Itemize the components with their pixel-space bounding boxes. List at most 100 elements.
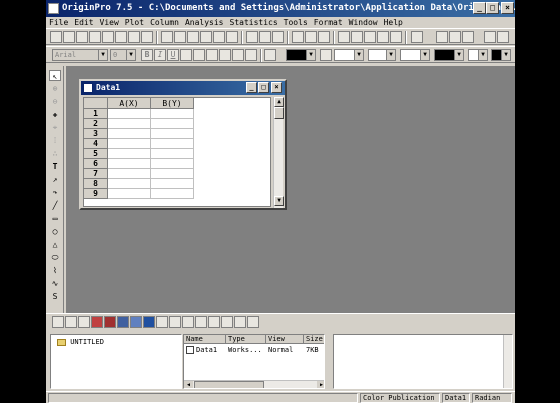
- results-pane[interactable]: [333, 334, 513, 389]
- zoom-out-icon[interactable]: [449, 31, 461, 43]
- smith-chart-icon[interactable]: [208, 316, 220, 328]
- region-tool-icon[interactable]: ⬭: [49, 252, 61, 263]
- menu-analysis[interactable]: Analysis: [182, 17, 227, 28]
- whole-page-icon[interactable]: [462, 31, 474, 43]
- template-library-icon[interactable]: [234, 316, 246, 328]
- save-template-icon[interactable]: [213, 31, 225, 43]
- scroll-up-icon[interactable]: ▲: [274, 97, 284, 107]
- row-number[interactable]: 3: [84, 129, 108, 139]
- polygon-tool-icon[interactable]: △: [49, 239, 61, 250]
- cell-a[interactable]: [108, 139, 151, 149]
- cell-b[interactable]: [151, 179, 194, 189]
- menu-format[interactable]: Format: [311, 17, 346, 28]
- cell-b[interactable]: [151, 169, 194, 179]
- column-header-name[interactable]: Name: [184, 335, 226, 344]
- subscript-icon[interactable]: [193, 49, 205, 61]
- column-plot-icon[interactable]: [91, 316, 103, 328]
- cell-a[interactable]: [108, 169, 151, 179]
- import-multiple-icon[interactable]: [259, 31, 271, 43]
- add-text-icon[interactable]: [390, 31, 402, 43]
- title-bar[interactable]: OriginPro 7.5 - C:\Documents and Setting…: [46, 0, 515, 17]
- cell-a[interactable]: [108, 129, 151, 139]
- underline-button[interactable]: U: [167, 49, 179, 61]
- vertical-scrollbar[interactable]: ▲ ▼: [273, 97, 284, 208]
- menu-file[interactable]: File: [46, 17, 71, 28]
- increase-font-icon[interactable]: [232, 49, 244, 61]
- open-icon[interactable]: [161, 31, 173, 43]
- new-excel-icon[interactable]: [128, 31, 140, 43]
- new-notes-icon[interactable]: [141, 31, 153, 43]
- menu-statistics[interactable]: Statistics: [227, 17, 281, 28]
- fill-area-icon[interactable]: [143, 316, 155, 328]
- line-style-icon[interactable]: [320, 49, 332, 61]
- menu-plot[interactable]: Plot: [122, 17, 147, 28]
- origin-app-icon[interactable]: [48, 3, 59, 14]
- scroll-right-icon[interactable]: ▶: [317, 381, 324, 388]
- results-log-icon[interactable]: [351, 31, 363, 43]
- bar-plot-icon[interactable]: [104, 316, 116, 328]
- curve-tool-icon[interactable]: S: [49, 291, 61, 302]
- zoom-in-tool-icon[interactable]: ⊕: [49, 83, 61, 94]
- save-project-icon[interactable]: [200, 31, 212, 43]
- worksheet-icon[interactable]: [83, 83, 93, 93]
- column-header-size[interactable]: Size: [304, 335, 324, 344]
- polyline-tool-icon[interactable]: ⌇: [49, 265, 61, 276]
- cell-b[interactable]: [151, 139, 194, 149]
- rectangle-tool-icon[interactable]: ▭: [49, 213, 61, 224]
- worksheet-grid[interactable]: A(X) B(Y) 123456789: [83, 97, 271, 207]
- column-header-b[interactable]: B(Y): [151, 98, 194, 109]
- new-worksheet-icon[interactable]: [63, 31, 75, 43]
- curved-arrow-icon[interactable]: ↷: [49, 187, 61, 198]
- scroll-down-icon[interactable]: ▼: [274, 196, 284, 206]
- cell-b[interactable]: [151, 129, 194, 139]
- menu-view[interactable]: View: [97, 17, 122, 28]
- new-project-icon[interactable]: [50, 31, 62, 43]
- line-plot-icon[interactable]: [52, 316, 64, 328]
- window-list[interactable]: Name Type View Size Data1 Works... Norma…: [183, 334, 325, 389]
- arrow-tool-icon[interactable]: ↗: [49, 174, 61, 185]
- cell-a[interactable]: [108, 149, 151, 159]
- cell-b[interactable]: [151, 109, 194, 119]
- new-folder-icon[interactable]: [411, 31, 423, 43]
- font-combo[interactable]: Arial ▼: [52, 49, 108, 61]
- menu-edit[interactable]: Edit: [71, 17, 96, 28]
- code-builder-icon[interactable]: [377, 31, 389, 43]
- maximize-button[interactable]: □: [486, 2, 499, 14]
- pie-chart-icon[interactable]: [117, 316, 129, 328]
- super-subscript-icon[interactable]: [206, 49, 218, 61]
- row-number[interactable]: 1: [84, 109, 108, 119]
- pointer-tool-icon[interactable]: ↖: [49, 70, 61, 81]
- duplicate-icon[interactable]: [318, 31, 330, 43]
- scroll-thumb[interactable]: [274, 107, 284, 119]
- export-icon[interactable]: [226, 31, 238, 43]
- line-tool-icon[interactable]: ╱: [49, 200, 61, 211]
- horizontal-scrollbar[interactable]: ◀ ▶: [184, 380, 324, 388]
- menu-help[interactable]: Help: [381, 17, 406, 28]
- worksheet-close-button[interactable]: ×: [271, 82, 282, 93]
- minimize-button[interactable]: _: [473, 2, 486, 14]
- cell-b[interactable]: [151, 189, 194, 199]
- fill-color-combo[interactable]: ▼: [434, 49, 464, 61]
- circle-tool-icon[interactable]: ◯: [49, 226, 61, 237]
- row-number[interactable]: 2: [84, 119, 108, 129]
- decrease-font-icon[interactable]: [245, 49, 257, 61]
- scroll-thumb[interactable]: [194, 381, 264, 388]
- line-style-combo[interactable]: ▼: [334, 49, 364, 61]
- menu-window[interactable]: Window: [346, 17, 381, 28]
- rescale-icon[interactable]: [484, 31, 496, 43]
- cell-a[interactable]: [108, 119, 151, 129]
- draw-data-icon[interactable]: ∴: [49, 148, 61, 159]
- text-tool-icon[interactable]: T: [49, 161, 61, 172]
- print-icon[interactable]: [292, 31, 304, 43]
- column-header-view[interactable]: View: [266, 335, 304, 344]
- color-combo[interactable]: ▼: [286, 49, 316, 61]
- row-number[interactable]: 5: [84, 149, 108, 159]
- open-template-icon[interactable]: [174, 31, 186, 43]
- import-wizard-icon[interactable]: [272, 31, 284, 43]
- cell-a[interactable]: [108, 109, 151, 119]
- list-item[interactable]: Data1 Works... Normal 7KB: [184, 346, 324, 356]
- greek-icon[interactable]: [219, 49, 231, 61]
- font-size-combo[interactable]: 0 ▼: [110, 49, 136, 61]
- ternary-plot-icon[interactable]: [182, 316, 194, 328]
- row-number[interactable]: 6: [84, 159, 108, 169]
